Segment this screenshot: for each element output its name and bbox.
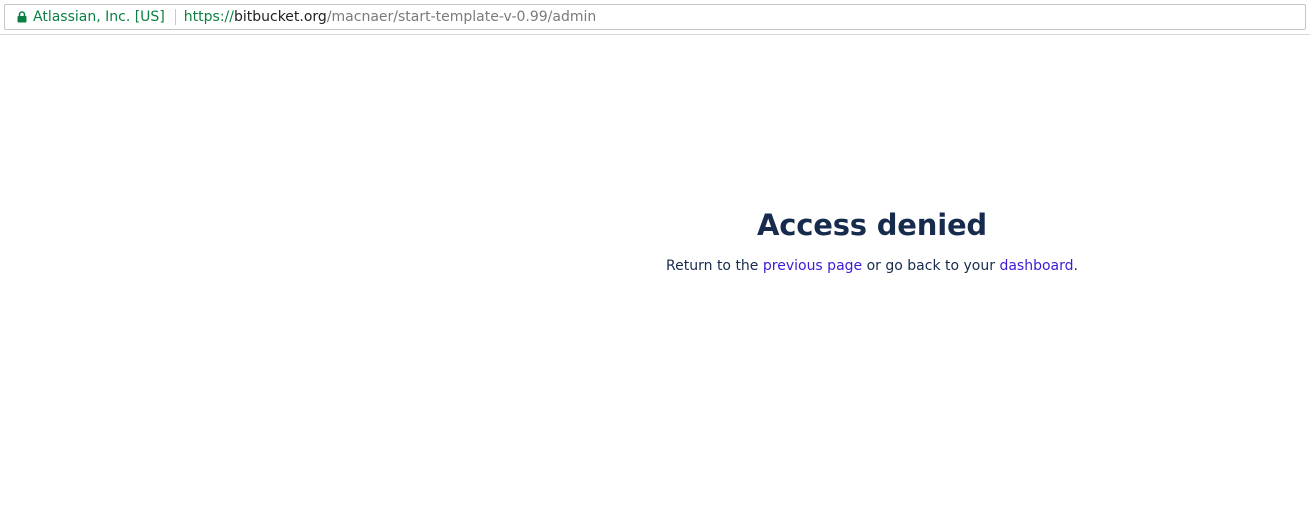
url-path: /macnaer/start-template-v-0.99/admin	[326, 9, 597, 25]
message-prefix: Return to the	[666, 258, 763, 274]
address-separator	[174, 9, 176, 25]
lock-icon[interactable]	[14, 9, 30, 25]
certificate-label[interactable]: Atlassian, Inc. [US]	[33, 9, 165, 25]
toolbar-divider	[0, 34, 1310, 35]
access-message: Return to the previous page or go back t…	[434, 258, 1310, 274]
page-title: Access denied	[757, 208, 987, 242]
access-denied-panel: Access denied Return to the previous pag…	[434, 208, 1310, 274]
dashboard-link[interactable]: dashboard	[999, 258, 1073, 274]
message-middle: or go back to your	[862, 258, 1000, 274]
previous-page-link[interactable]: previous page	[763, 258, 862, 274]
address-bar[interactable]: Atlassian, Inc. [US] https://bitbucket.o…	[4, 4, 1306, 30]
message-suffix: .	[1073, 258, 1078, 274]
url-scheme: https://	[183, 9, 234, 25]
url-host: bitbucket.org	[233, 9, 327, 25]
url-text[interactable]: https://bitbucket.org/macnaer/start-temp…	[184, 9, 596, 25]
